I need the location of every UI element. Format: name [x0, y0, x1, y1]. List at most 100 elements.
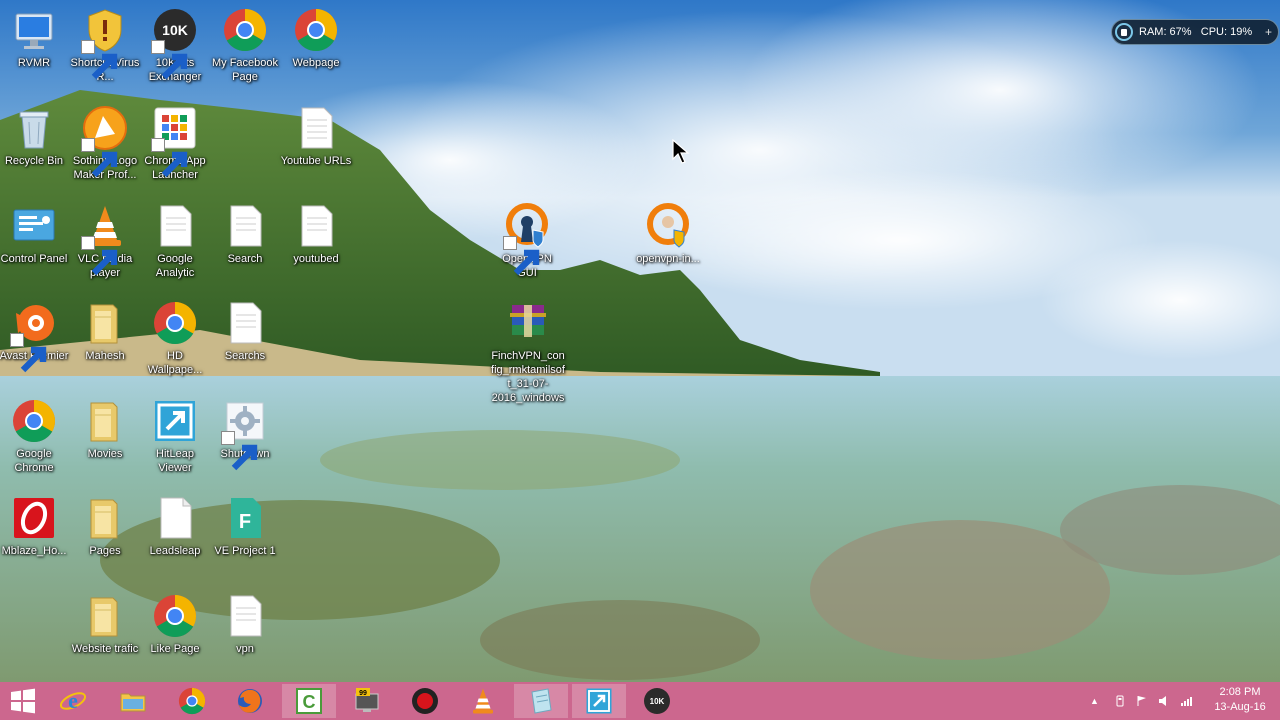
icon-label: Recycle Bin — [4, 155, 64, 167]
icon-label: Like Page — [150, 643, 200, 655]
shortcut-arrow-icon — [81, 40, 118, 80]
desktop-icon-vlc-media-player[interactable]: VLC media player — [69, 202, 141, 280]
taskbar-recorder[interactable] — [398, 684, 452, 718]
taskbar-chrome[interactable] — [165, 684, 219, 718]
recycle-bin-icon — [10, 104, 58, 152]
taskbar-camtasia[interactable]: C — [282, 684, 336, 718]
taskbar-clock[interactable]: 2:08 PM 13-Aug-16 — [1206, 685, 1274, 715]
desktop-icon-avast-premier[interactable]: Avast Premier — [0, 299, 70, 373]
file-explorer-icon — [120, 693, 146, 712]
hitleap-icon — [151, 397, 199, 445]
taskbar-firefox[interactable] — [223, 684, 277, 718]
desktop-icon-webpage[interactable]: Webpage — [280, 6, 352, 70]
internet-explorer-icon: e — [59, 688, 87, 713]
desktop-icon-shortcut-virus-remover[interactable]: Shortcut Virus R... — [69, 6, 141, 84]
firefox-icon — [238, 689, 262, 713]
mblaze-icon — [10, 494, 58, 542]
taskbar-notepad[interactable] — [514, 684, 568, 718]
taskbar-monitor-app[interactable]: 99 — [340, 684, 394, 718]
desktop-icon-10khits-exchanger[interactable]: 10K 10KHits Exchanger — [139, 6, 211, 84]
volume-icon[interactable] — [1158, 682, 1170, 720]
shortcut-arrow-icon — [503, 236, 540, 276]
text-file-icon — [221, 592, 269, 640]
desktop-icon-rvmr[interactable]: RVMR — [0, 6, 70, 70]
show-hidden-icons-button[interactable]: ▲ — [1090, 682, 1099, 720]
cpu-usage: CPU: 19% — [1200, 26, 1253, 38]
vlc-icon — [473, 688, 493, 714]
desktop-icon-search[interactable]: Search — [209, 202, 281, 266]
usb-icon[interactable] — [1114, 682, 1126, 720]
start-button[interactable] — [0, 684, 46, 718]
desktop-icon-google-chrome[interactable]: Google Chrome — [0, 397, 70, 475]
blank-file-icon — [151, 494, 199, 542]
text-file-icon — [292, 202, 340, 250]
ram-usage: RAM: 67% — [1139, 26, 1192, 38]
vlc-icon — [81, 202, 129, 276]
text-file-icon — [292, 104, 340, 152]
chrome-icon — [292, 6, 340, 54]
svg-text:e: e — [68, 688, 78, 713]
folder-icon — [81, 299, 129, 347]
desktop-icon-control-panel[interactable]: Control Panel — [0, 202, 70, 266]
desktop-icon-google-analytic[interactable]: Google Analytic — [139, 202, 211, 280]
desktop-icon-pages-folder[interactable]: Pages — [69, 494, 141, 558]
desktop-icon-sothink-logo-maker[interactable]: Sothink Logo Maker Prof... — [69, 104, 141, 182]
desktop-icon-like-page[interactable]: Like Page — [139, 592, 211, 656]
icon-label: Google Analytic — [155, 253, 195, 279]
taskbar-vlc[interactable] — [456, 684, 510, 718]
icon-label: HD Wallpape... — [147, 350, 203, 376]
mouse-cursor-icon — [672, 139, 690, 164]
system-monitor-widget[interactable]: RAM: 67% CPU: 19% + — [1111, 19, 1279, 45]
desktop-icon-finchvpn-config[interactable]: FinchVPN_config_rmktamilsoft_31-07-2016_… — [491, 299, 565, 405]
shortcut-arrow-icon — [10, 333, 47, 373]
desktop-icon-openvpn-gui[interactable]: OpenVPN GUI — [491, 202, 563, 280]
app-launcher-icon — [151, 104, 199, 178]
text-file-icon — [221, 202, 269, 250]
taskbar-hitleap[interactable] — [572, 684, 626, 718]
icon-label: VE Project 1 — [214, 545, 276, 557]
desktop-icon-my-facebook-page[interactable]: My Facebook Page — [209, 6, 281, 84]
10k-badge-text: 10K — [162, 22, 188, 38]
chrome-icon — [151, 299, 199, 347]
taskbar-file-explorer[interactable] — [106, 684, 160, 718]
desktop-icon-youtube-urls[interactable]: Youtube URLs — [280, 104, 352, 168]
icon-label: Google Chrome — [14, 448, 54, 474]
desktop-icon-mahesh-folder[interactable]: Mahesh — [69, 299, 141, 363]
ve-project-icon: F — [221, 494, 269, 542]
desktop-icon-openvpn-installer[interactable]: openvpn-in... — [632, 202, 704, 266]
windows-start-icon — [11, 688, 35, 714]
desktop-icon-website-trafic-folder[interactable]: Website trafic — [69, 592, 141, 656]
monitor-gauge-icon — [1115, 23, 1133, 41]
desktop-icon-hitleap-viewer[interactable]: HitLeap Viewer — [139, 397, 211, 475]
desktop-icon-recycle-bin[interactable]: Recycle Bin — [0, 104, 70, 168]
icon-label: Website trafic — [71, 643, 139, 655]
10k-icon: 10K — [151, 6, 199, 80]
icon-label: Mblaze_Ho... — [1, 545, 67, 557]
notepad-icon — [531, 688, 552, 714]
icon-label: Movies — [87, 448, 123, 460]
text-file-icon — [221, 299, 269, 347]
icon-label: FinchVPN_config_rmktamilsoft_31-07-2016_… — [491, 350, 565, 404]
desktop-icon-shutdown[interactable]: Shutdown — [209, 397, 281, 471]
icon-label: youtubed — [293, 253, 339, 265]
desktop-icon-mblaze[interactable]: Mblaze_Ho... — [0, 494, 70, 558]
winrar-archive-icon — [504, 299, 552, 347]
desktop-icon-ve-project-1[interactable]: F VE Project 1 — [209, 494, 281, 558]
clock-date: 13-Aug-16 — [1214, 701, 1266, 713]
avast-icon — [10, 299, 58, 373]
action-center-flag-icon[interactable] — [1136, 682, 1148, 720]
icon-label: Leadsleap — [149, 545, 201, 557]
ve-project-badge-text: F — [239, 511, 251, 533]
taskbar-10khits[interactable]: 10K — [630, 684, 684, 718]
taskbar-internet-explorer[interactable]: e — [46, 684, 100, 718]
desktop-icon-vpn[interactable]: vpn — [209, 592, 281, 656]
desktop-icon-leadsleap[interactable]: Leadsleap — [139, 494, 211, 558]
desktop-icon-chrome-app-launcher[interactable]: Chrome App Launcher — [139, 104, 211, 182]
network-signal-icon[interactable] — [1180, 682, 1192, 720]
expand-icon[interactable]: + — [1265, 25, 1272, 39]
desktop-icon-movies-folder[interactable]: Movies — [69, 397, 141, 461]
desktop-icon-searchs[interactable]: Searchs — [209, 299, 281, 363]
record-button-icon — [412, 688, 438, 714]
desktop-icon-hd-wallpaper[interactable]: HD Wallpape... — [139, 299, 211, 377]
desktop-icon-youtubed[interactable]: youtubed — [280, 202, 352, 266]
